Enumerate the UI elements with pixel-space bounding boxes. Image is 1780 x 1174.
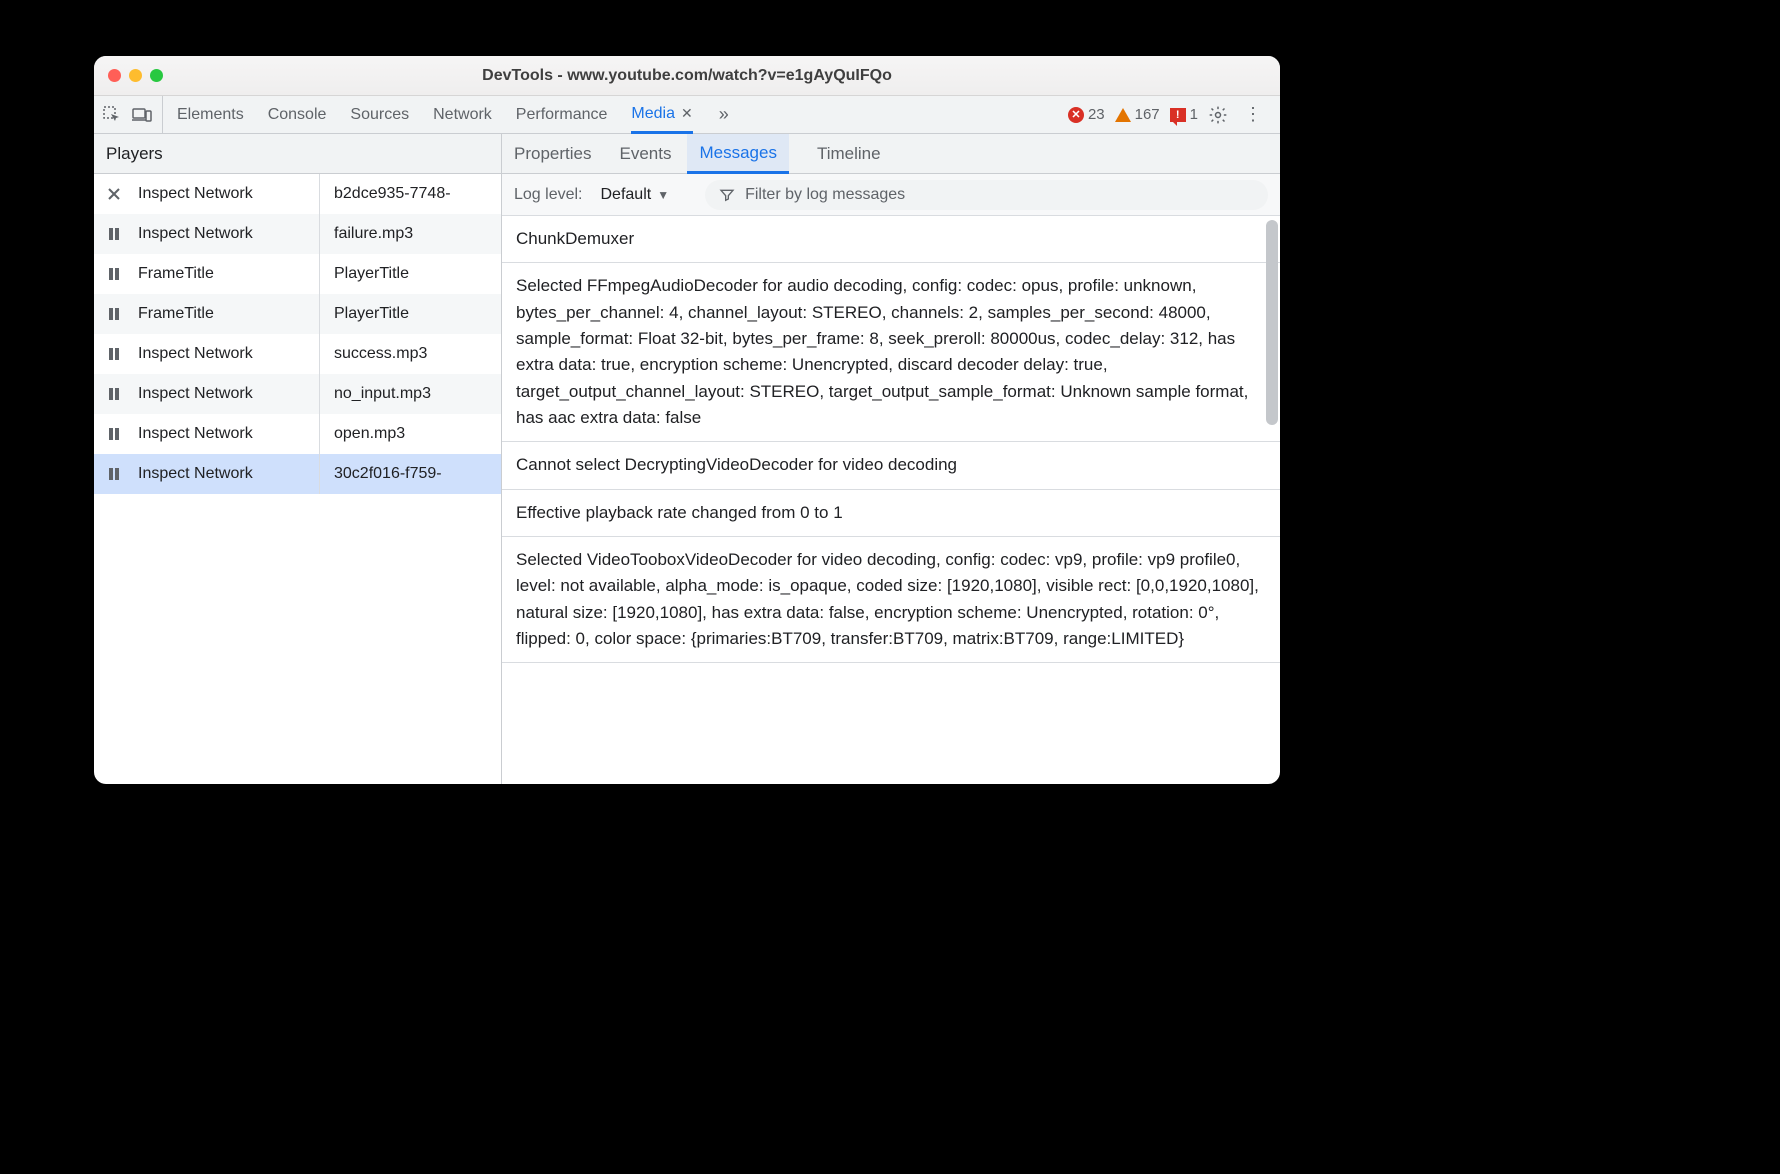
pause-icon xyxy=(94,307,134,321)
tab-sources[interactable]: Sources xyxy=(350,96,409,133)
issue-count[interactable]: ! 1 xyxy=(1170,106,1198,123)
filter-bar: Log level: Default ▼ Filter by log messa… xyxy=(502,174,1280,216)
window-title: DevTools - www.youtube.com/watch?v=e1gAy… xyxy=(94,67,1280,85)
pause-icon xyxy=(94,387,134,401)
window-close[interactable] xyxy=(108,69,121,82)
tab-media-label: Media xyxy=(631,105,675,123)
player-title: open.mp3 xyxy=(320,425,501,443)
player-title: success.mp3 xyxy=(320,345,501,363)
log-message: ChunkDemuxer xyxy=(502,216,1280,263)
error-count-value: 23 xyxy=(1088,106,1105,123)
device-toolbar-icon[interactable] xyxy=(132,105,152,125)
player-title: PlayerTitle xyxy=(320,305,501,323)
player-row[interactable]: Inspect Networkno_input.mp3 xyxy=(94,374,501,414)
chevron-down-icon: ▼ xyxy=(657,188,669,202)
error-count[interactable]: ✕ 23 xyxy=(1068,106,1105,123)
tab-close-icon[interactable]: ✕ xyxy=(681,105,693,122)
subtab-timeline[interactable]: Timeline xyxy=(817,134,881,173)
player-title: no_input.mp3 xyxy=(320,385,501,403)
player-title: b2dce935-7748- xyxy=(320,185,501,203)
tab-console[interactable]: Console xyxy=(268,96,327,133)
subtab-events[interactable]: Events xyxy=(619,134,671,173)
destroyed-icon xyxy=(94,187,134,201)
player-frame-title: Inspect Network xyxy=(134,454,320,494)
scrollbar-thumb[interactable] xyxy=(1266,220,1278,425)
more-tabs-icon[interactable]: » xyxy=(719,104,729,125)
player-title: PlayerTitle xyxy=(320,265,501,283)
devtools-window: DevTools - www.youtube.com/watch?v=e1gAy… xyxy=(94,56,1280,784)
warning-count-value: 167 xyxy=(1135,106,1160,123)
more-menu-icon[interactable]: ⋮ xyxy=(1238,104,1268,125)
subtab-properties[interactable]: Properties xyxy=(514,134,591,173)
titlebar: DevTools - www.youtube.com/watch?v=e1gAy… xyxy=(94,56,1280,96)
subtab-messages[interactable]: Messages xyxy=(687,134,788,174)
player-row[interactable]: Inspect Network30c2f016-f759- xyxy=(94,454,501,494)
player-row[interactable]: FrameTitlePlayerTitle xyxy=(94,294,501,334)
player-title: failure.mp3 xyxy=(320,225,501,243)
issue-icon: ! xyxy=(1170,108,1186,122)
filter-icon xyxy=(719,187,735,203)
pause-icon xyxy=(94,347,134,361)
player-frame-title: Inspect Network xyxy=(134,174,320,214)
tab-network[interactable]: Network xyxy=(433,96,492,133)
log-message: Selected FFmpegAudioDecoder for audio de… xyxy=(502,263,1280,442)
log-level-select[interactable]: Default ▼ xyxy=(601,186,670,204)
messages-list: ChunkDemuxerSelected FFmpegAudioDecoder … xyxy=(502,216,1280,784)
log-level-value: Default xyxy=(601,186,652,204)
filter-input[interactable]: Filter by log messages xyxy=(705,180,1268,210)
player-frame-title: Inspect Network xyxy=(134,214,320,254)
pause-icon xyxy=(94,467,134,481)
window-zoom[interactable] xyxy=(150,69,163,82)
players-sidebar: Players Inspect Networkb2dce935-7748-Ins… xyxy=(94,134,502,784)
warning-count[interactable]: 167 xyxy=(1115,106,1160,123)
panel-tabs: Elements Console Sources Network Perform… xyxy=(163,96,1068,133)
player-row[interactable]: Inspect Networkfailure.mp3 xyxy=(94,214,501,254)
main-panel: Properties Events Messages Timeline Log … xyxy=(502,134,1280,784)
player-row[interactable]: Inspect Networkb2dce935-7748- xyxy=(94,174,501,214)
player-frame-title: FrameTitle xyxy=(134,294,320,334)
media-subtabs: Properties Events Messages Timeline xyxy=(502,134,1280,174)
log-message: Selected VideoTooboxVideoDecoder for vid… xyxy=(502,537,1280,663)
player-frame-title: Inspect Network xyxy=(134,414,320,454)
player-list: Inspect Networkb2dce935-7748-Inspect Net… xyxy=(94,174,501,784)
player-row[interactable]: FrameTitlePlayerTitle xyxy=(94,254,501,294)
main-toolbar: Elements Console Sources Network Perform… xyxy=(94,96,1280,134)
sidebar-header: Players xyxy=(94,134,501,174)
tab-media[interactable]: Media ✕ xyxy=(631,97,692,134)
tab-elements[interactable]: Elements xyxy=(177,96,244,133)
tab-performance[interactable]: Performance xyxy=(516,96,608,133)
issue-count-value: 1 xyxy=(1190,106,1198,123)
settings-icon[interactable] xyxy=(1208,105,1228,125)
player-row[interactable]: Inspect Networkopen.mp3 xyxy=(94,414,501,454)
log-message: Effective playback rate changed from 0 t… xyxy=(502,490,1280,537)
player-frame-title: FrameTitle xyxy=(134,254,320,294)
warning-icon xyxy=(1115,108,1131,122)
player-frame-title: Inspect Network xyxy=(134,374,320,414)
filter-placeholder: Filter by log messages xyxy=(745,186,905,204)
log-level-label: Log level: xyxy=(514,186,583,204)
player-frame-title: Inspect Network xyxy=(134,334,320,374)
pause-icon xyxy=(94,267,134,281)
pause-icon xyxy=(94,427,134,441)
log-message: Cannot select DecryptingVideoDecoder for… xyxy=(502,442,1280,489)
player-title: 30c2f016-f759- xyxy=(320,465,501,483)
player-row[interactable]: Inspect Networksuccess.mp3 xyxy=(94,334,501,374)
pause-icon xyxy=(94,227,134,241)
window-minimize[interactable] xyxy=(129,69,142,82)
error-icon: ✕ xyxy=(1068,107,1084,123)
inspect-element-icon[interactable] xyxy=(102,105,122,125)
traffic-lights xyxy=(94,69,163,82)
